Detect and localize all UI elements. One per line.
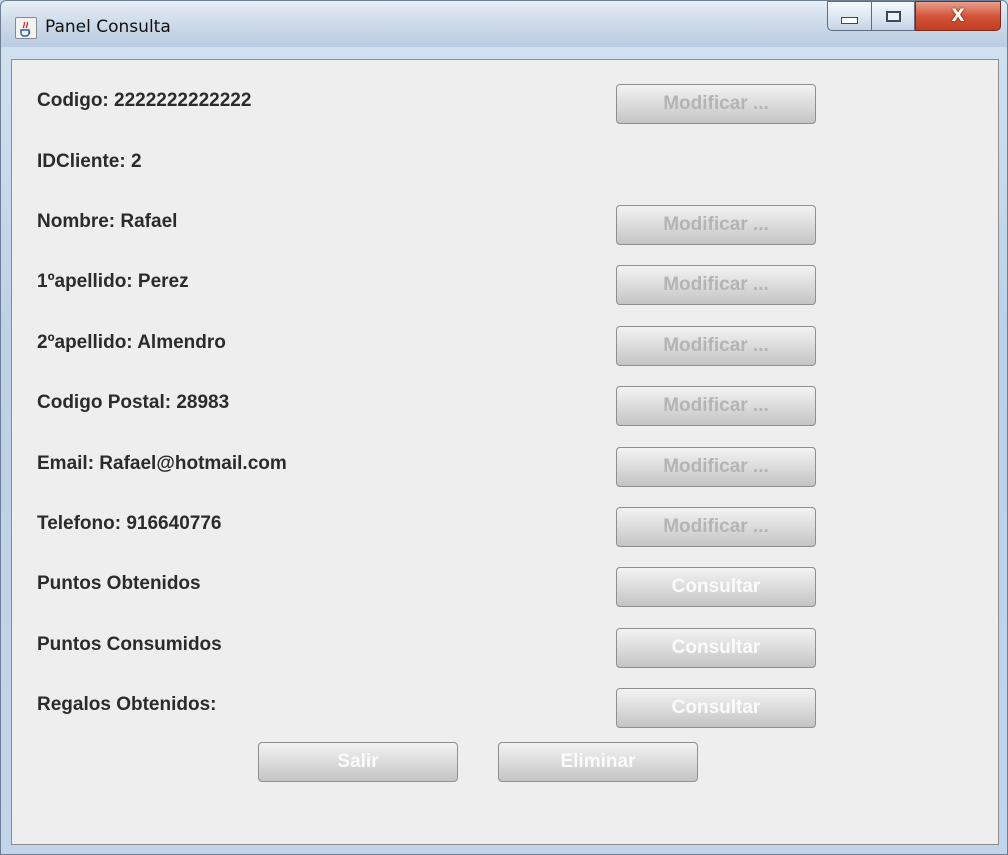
modify-codigo-button[interactable]: Modificar ... xyxy=(616,84,816,124)
field-label-codigo-postal: Codigo Postal: 28983 xyxy=(37,392,230,413)
minimize-button[interactable] xyxy=(827,1,871,31)
field-label-apellido1: 1ºapellido: Perez xyxy=(37,271,189,292)
field-row-codigo-postal: Codigo Postal: 28983 Modificar ... xyxy=(12,382,998,426)
consult-regalos-obtenidos-button[interactable]: Consultar xyxy=(616,688,816,728)
maximize-icon xyxy=(885,10,901,22)
field-row-nombre: Nombre: Rafael Modificar ... xyxy=(12,201,998,245)
field-label-regalos-obtenidos: Regalos Obtenidos: xyxy=(37,694,217,715)
title-bar[interactable]: Panel Consulta X xyxy=(1,1,1007,47)
field-label-nombre: Nombre: Rafael xyxy=(37,211,178,232)
minimize-icon xyxy=(841,16,858,24)
modify-telefono-button[interactable]: Modificar ... xyxy=(616,507,816,547)
field-row-codigo: Codigo: 2222222222222 Modificar ... xyxy=(12,80,998,124)
java-cup-icon[interactable] xyxy=(15,17,37,39)
field-label-apellido2: 2ºapellido: Almendro xyxy=(37,332,226,353)
modify-apellido2-button[interactable]: Modificar ... xyxy=(616,326,816,366)
app-window: Panel Consulta X Codigo: 2222222222222 M… xyxy=(0,0,1008,855)
exit-button[interactable]: Salir xyxy=(258,742,458,782)
modify-codigo-postal-button[interactable]: Modificar ... xyxy=(616,386,816,426)
window-title: Panel Consulta xyxy=(45,17,171,37)
field-label-email: Email: Rafael@hotmail.com xyxy=(37,453,287,474)
modify-email-button[interactable]: Modificar ... xyxy=(616,447,816,487)
field-row-telefono: Telefono: 916640776 Modificar ... xyxy=(12,503,998,547)
consult-puntos-obtenidos-button[interactable]: Consultar xyxy=(616,567,816,607)
close-icon: X xyxy=(951,6,965,26)
field-label-puntos-obtenidos: Puntos Obtenidos xyxy=(37,573,201,594)
window-controls: X xyxy=(827,1,1001,37)
field-row-apellido2: 2ºapellido: Almendro Modificar ... xyxy=(12,322,998,366)
modify-nombre-button[interactable]: Modificar ... xyxy=(616,205,816,245)
field-row-email: Email: Rafael@hotmail.com Modificar ... xyxy=(12,443,998,487)
field-label-idcliente: IDCliente: 2 xyxy=(37,151,142,172)
field-row-idcliente: IDCliente: 2 xyxy=(12,141,998,181)
maximize-button[interactable] xyxy=(871,1,915,31)
field-row-regalos-obtenidos: Regalos Obtenidos: Consultar xyxy=(12,684,998,728)
field-row-puntos-consumidos: Puntos Consumidos Consultar xyxy=(12,624,998,668)
field-label-puntos-consumidos: Puntos Consumidos xyxy=(37,634,222,655)
close-button[interactable]: X xyxy=(915,1,1001,31)
field-row-puntos-obtenidos: Puntos Obtenidos Consultar xyxy=(12,563,998,607)
consult-puntos-consumidos-button[interactable]: Consultar xyxy=(616,628,816,668)
field-label-telefono: Telefono: 916640776 xyxy=(37,513,222,534)
delete-button[interactable]: Eliminar xyxy=(498,742,698,782)
modify-apellido1-button[interactable]: Modificar ... xyxy=(616,265,816,305)
consulta-panel: Codigo: 2222222222222 Modificar ... IDCl… xyxy=(11,59,999,845)
field-label-codigo: Codigo: 2222222222222 xyxy=(37,90,252,111)
field-row-apellido1: 1ºapellido: Perez Modificar ... xyxy=(12,261,998,305)
